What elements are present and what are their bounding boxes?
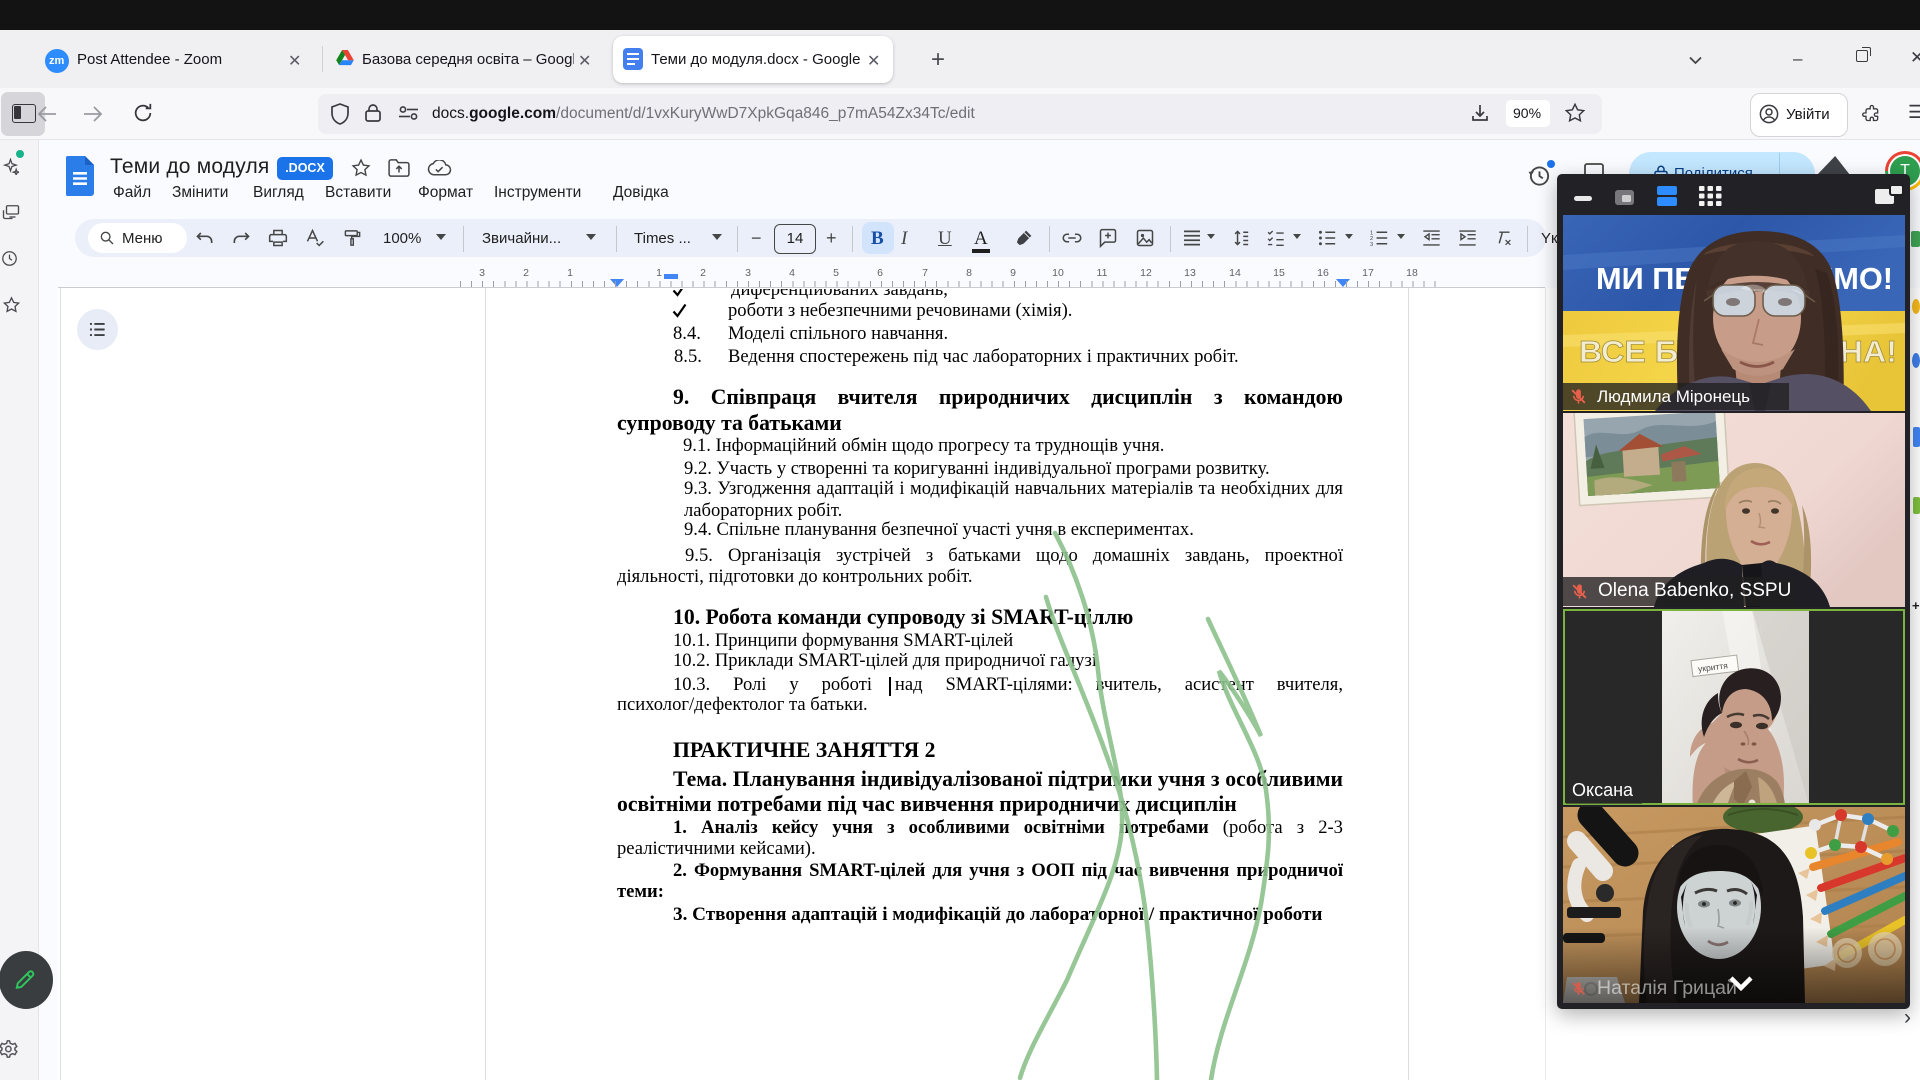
svg-text:3: 3 (1370, 242, 1373, 247)
